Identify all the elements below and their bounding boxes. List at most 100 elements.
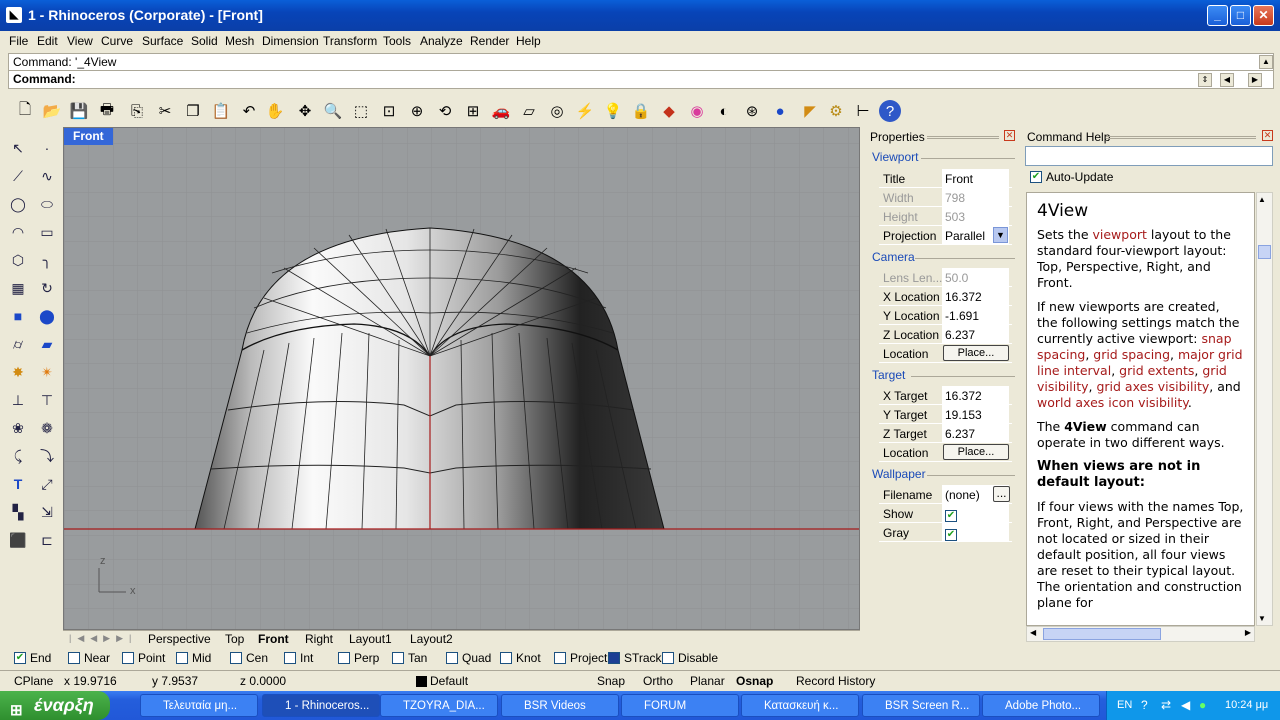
osnap-mid[interactable]: Mid [176, 651, 211, 665]
menu-mesh[interactable]: Mesh [225, 34, 254, 48]
cut-icon[interactable]: ✂ [152, 98, 178, 124]
command-prev-icon[interactable]: ◀ [1220, 73, 1234, 87]
command-prompt[interactable]: Command: [13, 72, 76, 86]
osnap-project[interactable]: Project [554, 651, 607, 665]
osnap-mid-checkbox[interactable] [176, 652, 188, 664]
osnap-end-checkbox[interactable]: ✔ [14, 652, 26, 664]
auto-update-checkbox[interactable]: ✔ [1030, 171, 1042, 183]
polyline-icon[interactable]: ⟋ [6, 164, 30, 188]
viewport-link[interactable]: viewport [1093, 227, 1147, 242]
menu-file[interactable]: File [9, 34, 28, 48]
polygon-icon[interactable]: ⬡ [6, 248, 30, 272]
tab-top[interactable]: Top [225, 632, 244, 646]
prop-yloc-field[interactable]: -1.691 [942, 306, 1009, 324]
trim-icon[interactable]: ⊥ [6, 388, 30, 412]
scroll-thumb[interactable] [1258, 245, 1271, 259]
fillet-curve-icon[interactable]: ╮ [35, 248, 59, 272]
scroll-right-icon[interactable]: ▶ [1245, 628, 1251, 637]
osnap-disable-checkbox[interactable] [662, 652, 674, 664]
osnap-near-checkbox[interactable] [68, 652, 80, 664]
menu-dimension[interactable]: Dimension [262, 34, 319, 48]
osnap-perp-checkbox[interactable] [338, 652, 350, 664]
ellipse-icon[interactable]: ⬭ [35, 192, 59, 216]
taskbar-item-firefox[interactable]: Τελευταία μη... [140, 694, 258, 717]
rendered-sphere-icon[interactable]: ● [767, 98, 793, 124]
update-tray-icon[interactable]: ● [1199, 698, 1206, 712]
osnap-strack-checkbox[interactable] [608, 652, 620, 664]
osnap-tan-checkbox[interactable] [392, 652, 404, 664]
osnap-knot-checkbox[interactable] [500, 652, 512, 664]
help-hscrollbar[interactable]: ◀ ▶ [1026, 626, 1255, 642]
scale-icon[interactable]: ⤢ [35, 472, 59, 496]
help-icon[interactable]: ? [879, 100, 901, 122]
world-axes-link[interactable]: world axes icon visibility [1037, 395, 1188, 410]
cplane-icon[interactable]: ▱ [516, 98, 542, 124]
rotate-view-icon[interactable]: ✥ [292, 98, 318, 124]
tab-layout1[interactable]: Layout1 [349, 632, 392, 646]
gray-checkbox[interactable]: ✔ [945, 529, 957, 541]
prop-zloc-field[interactable]: 6.237 [942, 325, 1009, 343]
move-icon[interactable]: ⇲ [35, 500, 59, 524]
osnap-target-icon[interactable]: ◎ [544, 98, 570, 124]
four-view-icon[interactable]: ⊞ [460, 98, 486, 124]
mesh-icon[interactable]: ▰ [35, 332, 59, 356]
export-icon[interactable]: ⎘ [124, 98, 150, 124]
help-close-icon[interactable]: ✕ [1262, 130, 1273, 141]
osnap-knot[interactable]: Knot [500, 651, 541, 665]
osnap-end[interactable]: ✔ End [14, 651, 51, 665]
prop-ytarget-field[interactable]: 19.153 [942, 405, 1009, 423]
print-icon[interactable]: 🖶 [94, 98, 120, 124]
text-icon[interactable]: T [6, 472, 30, 496]
open-file-icon[interactable]: 📂 [39, 98, 65, 124]
prop-title-field[interactable]: Front [942, 169, 1009, 187]
surface-points-icon[interactable]: ▦ [6, 276, 30, 300]
status-layer[interactable]: Default [430, 674, 468, 688]
lock-icon[interactable]: 🔒 [628, 98, 654, 124]
front-viewport[interactable]: Front z x [63, 127, 860, 630]
ortho-toggle[interactable]: Ortho [643, 674, 673, 688]
taskbar-item-word[interactable]: Κατασκευή κ... [741, 694, 859, 717]
osnap-toggle[interactable]: Osnap [736, 674, 773, 688]
osnap-quad-checkbox[interactable] [446, 652, 458, 664]
menu-view[interactable]: View [67, 34, 93, 48]
menu-curve[interactable]: Curve [101, 34, 133, 48]
paste-icon[interactable]: 📋 [208, 98, 234, 124]
camera-place-button[interactable]: Place... [943, 345, 1009, 361]
color-wheel-icon[interactable]: ◉ [684, 98, 710, 124]
boolean-union-icon[interactable]: ⬤ [35, 304, 59, 328]
help-tray-icon[interactable]: ? [1141, 698, 1148, 712]
record-history-toggle[interactable]: Record History [796, 674, 875, 688]
help-search-input[interactable] [1025, 146, 1273, 166]
target-place-button[interactable]: Place... [943, 444, 1009, 460]
command-next-icon[interactable]: ▶ [1248, 73, 1262, 87]
tab-front[interactable]: Front [258, 632, 289, 646]
osnap-cen[interactable]: Cen [230, 651, 268, 665]
minimize-button[interactable]: _ [1207, 5, 1228, 26]
start-button[interactable]: ⊞ έναρξη [0, 691, 110, 720]
taskbar-item-bsr-videos[interactable]: BSR Videos [501, 694, 619, 717]
osnap-quad[interactable]: Quad [446, 651, 491, 665]
grid-axes-link[interactable]: grid axes visibility [1096, 379, 1209, 394]
split-icon[interactable]: ✸ [6, 360, 30, 384]
close-button[interactable]: ✕ [1253, 5, 1274, 26]
properties-close-icon[interactable]: ✕ [1004, 130, 1015, 141]
split-curve-icon[interactable]: ⊤ [35, 388, 59, 412]
render-mesh-sphere-icon[interactable]: ⊛ [739, 98, 765, 124]
osnap-near[interactable]: Near [68, 651, 110, 665]
command-spin-icon[interactable]: ⇕ [1198, 73, 1212, 87]
taskbar-item-tzoyra[interactable]: TZOYRA_DIA... [380, 694, 498, 717]
prop-xloc-field[interactable]: 16.372 [942, 287, 1009, 305]
camera-car-icon[interactable]: 🚗 [488, 98, 514, 124]
snap-toggle[interactable]: Snap [597, 674, 625, 688]
new-file-icon[interactable]: 🗋 [12, 98, 38, 124]
osnap-int-checkbox[interactable] [284, 652, 296, 664]
surface-revolve-icon[interactable]: ↻ [35, 276, 59, 300]
scroll-down-icon[interactable]: ▼ [1258, 614, 1266, 623]
select-filter-icon[interactable]: ⚡ [572, 98, 598, 124]
solid-box-icon[interactable]: ⬛ [6, 528, 30, 552]
volume-tray-icon[interactable]: ◀ [1181, 698, 1190, 712]
zoom-extents-icon[interactable]: ⊡ [376, 98, 402, 124]
osnap-point-checkbox[interactable] [122, 652, 134, 664]
taskbar-item-bsr-screen[interactable]: BSR Screen R... [862, 694, 980, 717]
tab-layout2[interactable]: Layout2 [410, 632, 453, 646]
